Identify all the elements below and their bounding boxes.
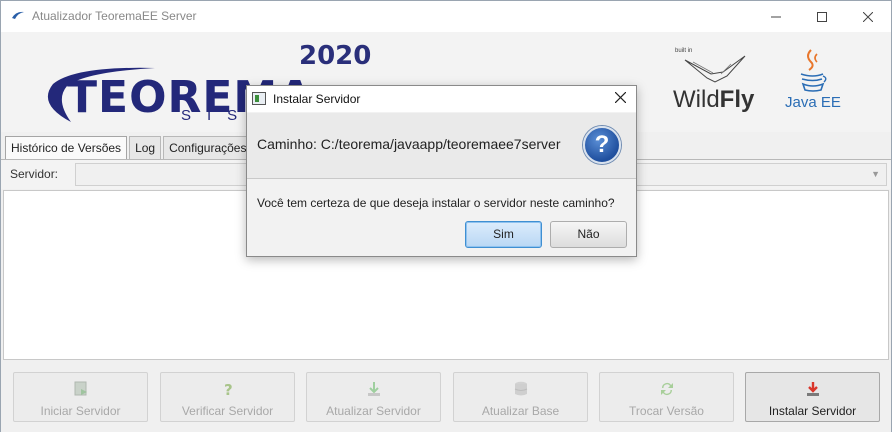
dialog-title: Instalar Servidor [273, 92, 361, 106]
start-server-label: Iniciar Servidor [40, 404, 121, 418]
close-icon [863, 11, 873, 22]
start-server-icon [74, 381, 87, 396]
dialog-window-icon [252, 92, 266, 105]
close-icon [614, 91, 626, 104]
install-server-label: Instalar Servidor [768, 404, 857, 418]
javaee-logo: Java EE [783, 46, 845, 120]
tab-configuracoes[interactable]: Configurações [163, 136, 253, 160]
start-server-button[interactable]: Iniciar Servidor [13, 372, 148, 422]
close-button[interactable] [845, 1, 891, 32]
minimize-icon [771, 16, 781, 17]
maximize-icon [817, 11, 827, 22]
wildfly-text: WildFly [673, 86, 755, 113]
maximize-button[interactable] [799, 1, 845, 32]
javaee-text: Java EE [785, 94, 841, 111]
minimize-button[interactable] [753, 1, 799, 32]
change-version-button[interactable]: Trocar Versão [599, 372, 734, 422]
window-title: Atualizador TeoremaEE Server [32, 9, 197, 23]
app-icon [12, 11, 24, 19]
chevron-down-icon: ▼ [871, 169, 880, 179]
change-version-label: Trocar Versão [629, 404, 704, 418]
dialog-path-text: Caminho: C:/teorema/javaapp/teoremaee7se… [257, 136, 561, 152]
wildfly-bird-icon [684, 55, 746, 83]
server-label: Servidor: [10, 167, 59, 181]
no-button[interactable]: Não [550, 221, 627, 248]
title-bar[interactable]: Atualizador TeoremaEE Server [1, 1, 891, 32]
verify-server-label: Verificar Servidor [181, 404, 274, 418]
database-icon [514, 381, 528, 396]
question-icon: ? [583, 126, 621, 164]
dialog-title-bar[interactable]: Instalar Servidor [247, 86, 636, 112]
tab-log[interactable]: Log [129, 136, 162, 160]
update-database-button[interactable]: Atualizar Base [453, 372, 588, 422]
yes-button[interactable]: Sim [465, 221, 542, 248]
install-server-dialog: Instalar Servidor Caminho: C:/teorema/ja… [246, 85, 637, 257]
update-server-label: Atualizar Servidor [326, 404, 421, 418]
dialog-header: Caminho: C:/teorema/javaapp/teoremaee7se… [247, 113, 636, 179]
java-cup-icon [800, 49, 827, 92]
update-database-label: Atualizar Base [481, 404, 560, 418]
refresh-icon [661, 383, 673, 395]
tab-bar: Histórico de Versões Log Configurações [5, 136, 254, 160]
install-server-button[interactable]: Instalar Servidor [745, 372, 880, 422]
question-icon: ? [224, 381, 233, 397]
svg-text:?: ? [224, 381, 233, 397]
update-server-button[interactable]: Atualizar Servidor [306, 372, 441, 422]
verify-server-button[interactable]: ? Verificar Servidor [160, 372, 295, 422]
dialog-close-button[interactable] [609, 89, 631, 109]
download-icon [368, 382, 380, 396]
wildfly-logo: built in WildFly [671, 48, 755, 118]
tab-historico-de-versoes[interactable]: Histórico de Versões [5, 136, 128, 160]
action-bar: Iniciar Servidor ? Verificar Servidor At… [1, 362, 891, 432]
install-icon [807, 382, 819, 396]
logo-year: 2020 [299, 41, 372, 71]
dialog-question-text: Você tem certeza de que deseja instalar … [257, 196, 615, 210]
